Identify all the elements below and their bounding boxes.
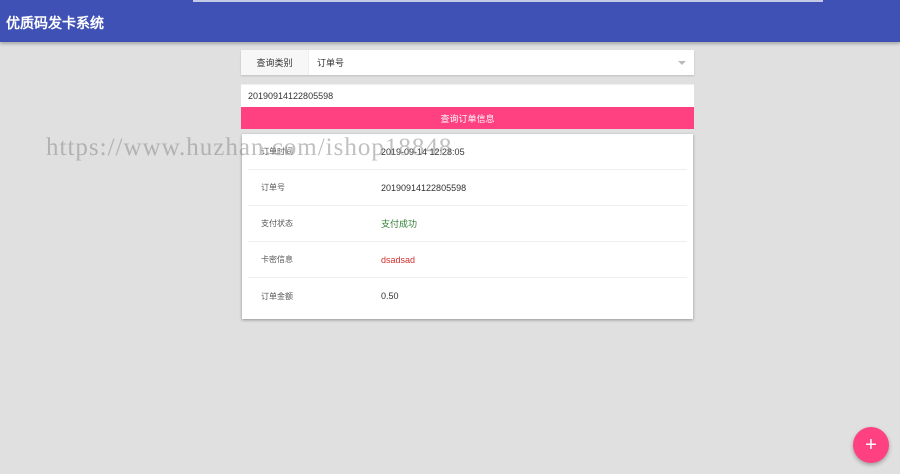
- order-number-input[interactable]: 20190914122805598: [241, 84, 694, 107]
- row-key: 支付状态: [261, 219, 293, 228]
- row-key: 订单时间: [261, 147, 293, 156]
- add-fab-button[interactable]: +: [853, 427, 889, 463]
- row-value: 0.50: [381, 291, 399, 301]
- order-result-card: 订单时间 2019-09-14 12:28:05 订单号 2019091412280…: [242, 134, 693, 319]
- row-key: 订单金额: [261, 291, 293, 301]
- row-value: 20190914122805598: [381, 182, 467, 193]
- row-value: 支付成功: [381, 219, 418, 229]
- row-key: 卡密信息: [261, 255, 293, 264]
- result-row-card: 卡密信息 dsadsad: [248, 242, 687, 278]
- query-type-value[interactable]: 订单号: [309, 56, 678, 69]
- row-value: 2019-09-14 12:28:05: [381, 146, 465, 157]
- result-row-order: 订单号 20190914122805598: [248, 170, 687, 206]
- query-order-button[interactable]: 查询订单信息: [241, 107, 694, 129]
- query-type-select[interactable]: 查询类别 订单号: [241, 50, 694, 75]
- result-row-status: 支付状态 支付成功: [248, 206, 687, 242]
- top-strip: [193, 0, 823, 2]
- app-title: 优质码发卡系统: [6, 15, 104, 31]
- row-key: 订单号: [261, 183, 285, 192]
- row-value: dsadsad: [381, 254, 416, 265]
- app-bar: 优质码发卡系统: [0, 0, 900, 42]
- result-row-time: 订单时间 2019-09-14 12:28:05: [248, 134, 687, 170]
- chevron-down-icon[interactable]: [678, 60, 686, 65]
- result-row-amount: 订单金额 0.50: [248, 278, 687, 314]
- query-type-label: 查询类别: [241, 50, 309, 75]
